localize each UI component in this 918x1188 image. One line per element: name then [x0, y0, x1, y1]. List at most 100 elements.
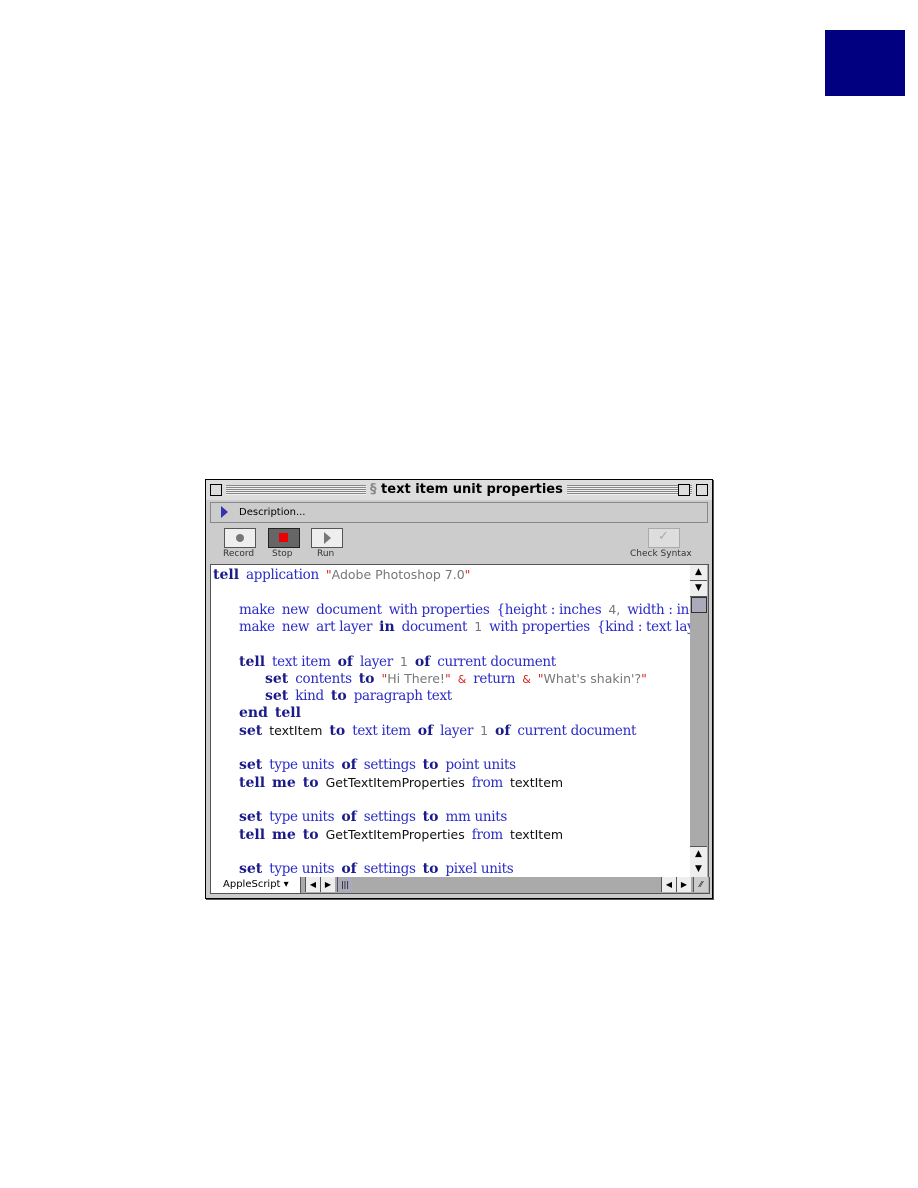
- code-token-app: from: [471, 774, 503, 791]
- code-line: set kind to paragraph text: [265, 688, 459, 705]
- description-label: Description...: [239, 507, 306, 518]
- code-token-kw: of: [417, 722, 434, 739]
- code-token-app: layer: [440, 722, 474, 739]
- code-token-str: "Adobe Photoshop 7.0": [325, 567, 471, 582]
- check-syntax-button[interactable]: ✓: [648, 528, 680, 548]
- code-token-kw: set: [239, 861, 263, 878]
- code-token-app: art layer: [316, 618, 373, 635]
- code-token-app: contents: [295, 670, 352, 687]
- window-title-text: text item unit properties: [381, 482, 563, 497]
- code-token-app: from: [471, 826, 503, 843]
- code-token-app: {kind : text layer: [596, 618, 691, 635]
- code-token-kw: of: [337, 653, 353, 670]
- bottom-bar: AppleScript ▾ ◀ ▶ ||| ◀ ▶ ⁄⁄: [210, 877, 710, 894]
- code-token-kw: me: [272, 826, 296, 843]
- code-token-var: GetTextItemProperties: [325, 826, 465, 842]
- code-token-kw: to: [329, 722, 346, 739]
- code-line: set type units of settings to mm units: [239, 809, 514, 826]
- code-token-app: make: [239, 618, 275, 635]
- scroll-left-arrow-icon-right[interactable]: ◀: [661, 877, 676, 892]
- scroll-thumb[interactable]: [691, 597, 707, 613]
- code-token-app: document: [401, 618, 468, 635]
- code-token-kw: to: [422, 809, 439, 826]
- window-title: § text item unit properties: [366, 482, 567, 497]
- code-token-app: document: [316, 601, 382, 618]
- code-token-kw: to: [302, 826, 319, 843]
- check-syntax-label: Check Syntax: [630, 549, 692, 559]
- scroll-right-arrow-icon[interactable]: ▶: [320, 877, 335, 892]
- scroll-down-arrow-icon-bottom[interactable]: ▼: [690, 862, 707, 878]
- code-token-app: point units: [445, 757, 516, 774]
- code-line: tell text item of layer 1 of current document: [239, 654, 563, 671]
- code-token-str: "What's shakin'?": [537, 670, 647, 686]
- code-token-app: with properties: [489, 618, 590, 635]
- collapse-box-icon[interactable]: [696, 484, 708, 496]
- code-line: make new document with properties {height : …: [239, 601, 691, 619]
- code-token-kw: tell: [239, 826, 266, 843]
- scroll-right-arrow-icon-right[interactable]: ▶: [676, 877, 691, 892]
- language-label: AppleScript: [223, 879, 281, 890]
- code-token-app: with properties: [388, 601, 490, 618]
- code-token-kw: tell: [239, 774, 266, 791]
- script-file-icon: §: [370, 482, 377, 497]
- toolbar: Record Stop Run ✓ Check Syntax: [210, 523, 706, 563]
- code-token-kw: of: [341, 861, 357, 878]
- code-token-kw: of: [341, 757, 357, 774]
- code-token-kw: set: [239, 757, 263, 774]
- horizontal-scroll-thumb[interactable]: |||: [337, 877, 352, 892]
- code-token-app: return: [473, 670, 516, 687]
- checkmark-icon: ✓: [658, 529, 669, 544]
- description-disclosure[interactable]: Description...: [210, 502, 708, 523]
- script-text-area[interactable]: tell application "Adobe Photoshop 7.0" make…: [210, 564, 692, 879]
- code-token-kw: tell: [239, 653, 266, 670]
- code-token-app: application: [246, 567, 319, 583]
- code-token-app: width : inches: [627, 601, 691, 618]
- code-line: set textItem to text item of layer 1 of current …: [239, 723, 643, 740]
- code-token-var: GetTextItemProperties: [325, 774, 465, 790]
- code-token-app: make: [239, 601, 275, 618]
- code-token-num: 1: [474, 618, 483, 634]
- code-line: make new art layer in document 1 with properti…: [239, 618, 691, 636]
- scroll-down-arrow-icon[interactable]: ▼: [690, 581, 707, 597]
- title-bar[interactable]: § text item unit properties: [206, 480, 712, 500]
- code-token-kw: set: [265, 670, 289, 687]
- run-button[interactable]: [311, 528, 343, 548]
- code-token-op: &: [457, 672, 467, 686]
- code-token-kw: of: [341, 809, 357, 826]
- code-token-num: 1: [480, 722, 489, 738]
- code-token-app: settings: [363, 757, 416, 774]
- code-token-kw: tell: [213, 567, 240, 583]
- code-token-app: settings: [363, 861, 416, 878]
- scroll-left-arrow-icon[interactable]: ◀: [305, 877, 320, 892]
- close-box-icon[interactable]: [210, 484, 222, 496]
- code-line: set type units of settings to point units: [239, 757, 523, 774]
- stop-button[interactable]: [268, 528, 300, 548]
- code-token-kw: tell: [274, 705, 301, 722]
- code-token-app: layer: [359, 653, 393, 670]
- resize-grip-icon[interactable]: ⁄⁄: [693, 877, 708, 892]
- run-icon: [324, 532, 331, 544]
- code-token-app: type units: [269, 861, 335, 878]
- code-line: tell application "Adobe Photoshop 7.0": [213, 567, 477, 584]
- code-token-app: current document: [517, 722, 637, 739]
- code-token-kw: set: [265, 688, 289, 705]
- language-popup[interactable]: AppleScript ▾: [211, 877, 301, 893]
- code-token-var: textItem: [269, 722, 323, 738]
- zoom-box-icon[interactable]: [678, 484, 690, 496]
- code-token-kw: to: [422, 757, 439, 774]
- vertical-scrollbar[interactable]: ▲ ▼ ▲ ▼: [690, 564, 709, 879]
- code-token-app: {height : inches: [496, 601, 602, 618]
- disclosure-triangle-icon[interactable]: [221, 506, 228, 518]
- code-line: tell me to GetTextItemProperties from textIte…: [239, 775, 570, 792]
- code-token-str: "Hi There!": [381, 670, 451, 686]
- record-button[interactable]: [224, 528, 256, 548]
- code-token-kw: set: [239, 809, 263, 826]
- code-token-kw: end: [239, 705, 268, 722]
- scroll-up-arrow-icon[interactable]: ▲: [690, 565, 707, 581]
- code-token-app: type units: [269, 809, 335, 826]
- scroll-up-arrow-icon-bottom[interactable]: ▲: [690, 846, 707, 863]
- code-token-kw: to: [302, 774, 319, 791]
- code-token-op: &: [522, 672, 531, 686]
- code-token-app: mm units: [445, 809, 508, 826]
- code-token-kw: of: [414, 653, 431, 670]
